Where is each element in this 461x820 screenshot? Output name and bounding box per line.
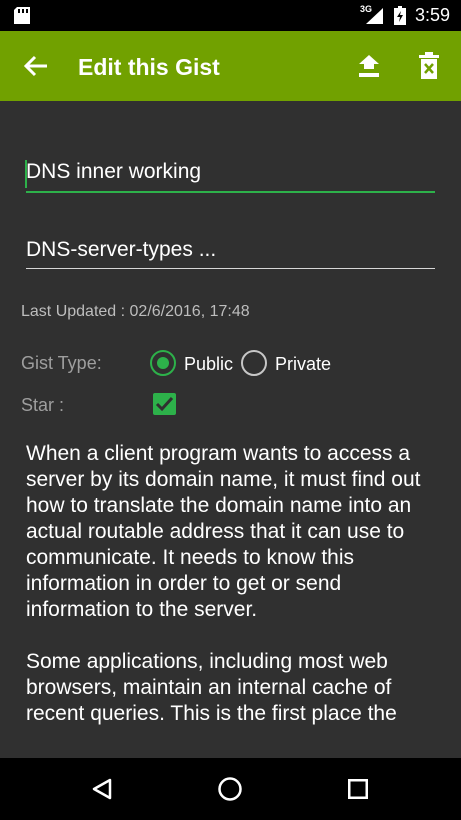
gist-title-value: DNS inner working [26, 160, 202, 183]
battery-icon [394, 6, 406, 25]
upload-icon[interactable] [358, 55, 380, 79]
delete-icon[interactable] [418, 52, 440, 79]
navigation-bar [0, 758, 461, 820]
gist-title-input[interactable]: DNS inner working [25, 160, 435, 193]
signal-icon [366, 8, 383, 24]
status-bar: 3G 3:59 [0, 0, 461, 31]
radio-selected-dot [157, 357, 169, 369]
sd-card-icon [14, 7, 30, 24]
private-radio[interactable] [241, 350, 267, 376]
star-checkbox[interactable] [153, 393, 176, 415]
public-radio[interactable] [150, 350, 176, 376]
text-cursor [25, 160, 27, 188]
public-radio-label[interactable]: Public [184, 354, 233, 375]
gist-description-value: DNS-server-types ... [26, 238, 217, 261]
checkmark-icon [155, 396, 174, 412]
last-updated-text: Last Updated : 02/6/2016, 17:48 [21, 303, 250, 320]
gist-description-input[interactable]: DNS-server-types ... [26, 238, 435, 269]
nav-recents-icon[interactable] [348, 779, 368, 799]
clock: 3:59 [415, 5, 451, 25]
page-title: Edit this Gist [78, 54, 220, 80]
back-arrow-icon[interactable] [24, 55, 48, 77]
private-radio-label[interactable]: Private [275, 354, 331, 375]
nav-back-icon[interactable] [91, 778, 113, 800]
gist-type-label: Gist Type: [21, 353, 102, 373]
nav-home-icon[interactable] [218, 777, 242, 801]
app-bar: Edit this Gist [0, 31, 461, 101]
star-label: Star : [21, 395, 65, 415]
gist-content-editor[interactable]: When a client program wants to access a … [26, 441, 440, 758]
